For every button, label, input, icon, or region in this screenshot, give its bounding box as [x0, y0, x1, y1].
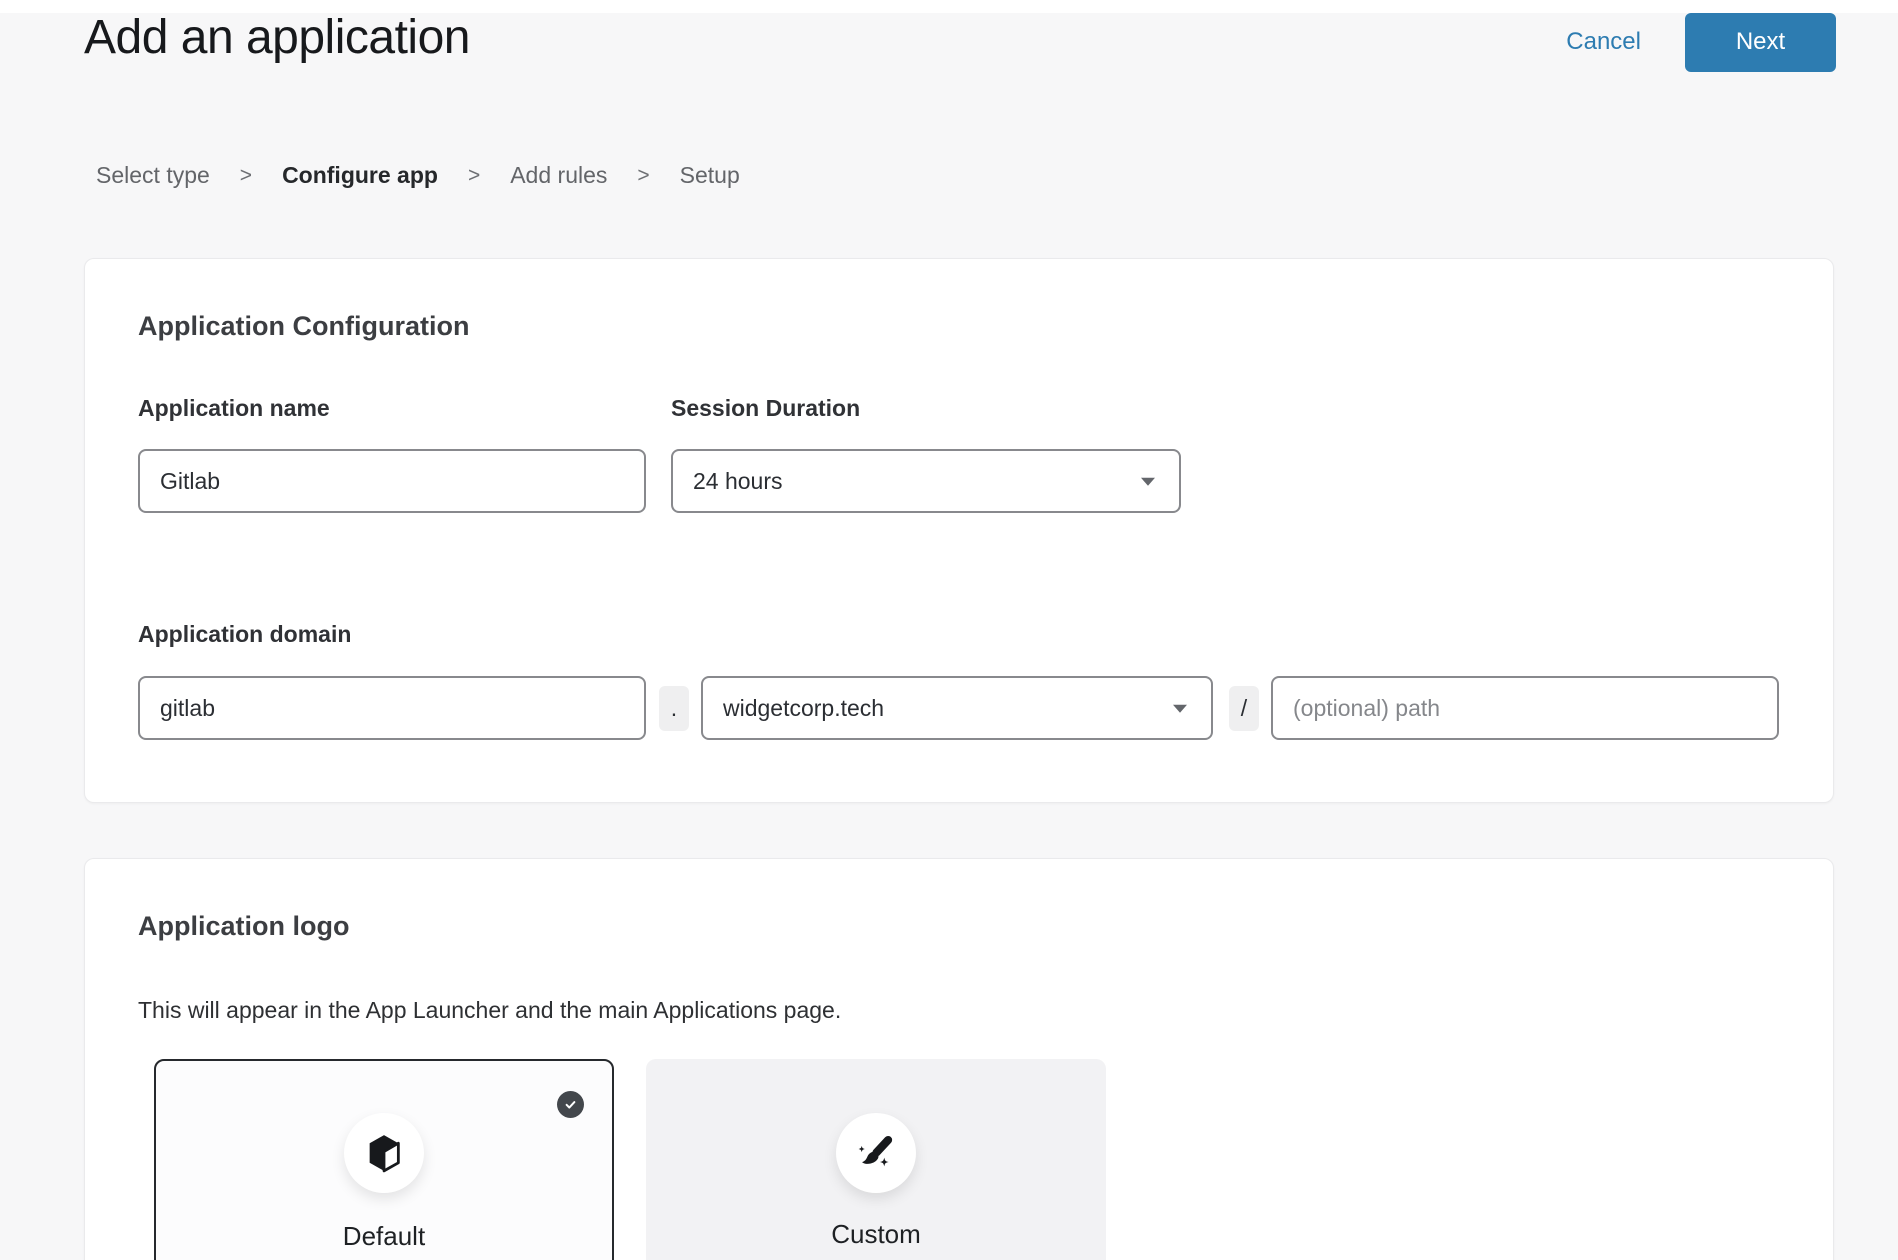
domain-select[interactable]: widgetcorp.tech [701, 676, 1213, 740]
logo-option-custom[interactable]: Custom [646, 1059, 1106, 1260]
cancel-button[interactable]: Cancel [1566, 28, 1641, 56]
chevron-down-icon [1172, 704, 1188, 714]
application-logo-card: Application logo This will appear in the… [84, 858, 1834, 1260]
breadcrumb: Select type > Configure app > Add rules … [96, 162, 740, 189]
domain-value: widgetcorp.tech [723, 695, 884, 722]
breadcrumb-step-configure-app[interactable]: Configure app [282, 162, 438, 189]
breadcrumb-separator: > [637, 164, 649, 188]
check-icon [557, 1091, 584, 1118]
session-duration-label: Session Duration [671, 395, 860, 422]
path-input[interactable] [1271, 676, 1779, 740]
application-name-label: Application name [138, 395, 330, 422]
session-duration-select[interactable]: 24 hours [671, 449, 1181, 513]
application-name-input[interactable] [138, 449, 646, 513]
subdomain-input[interactable] [138, 676, 646, 740]
breadcrumb-step-select-type[interactable]: Select type [96, 162, 210, 189]
chevron-down-icon [1140, 477, 1156, 487]
breadcrumb-separator: > [468, 164, 480, 188]
add-application-page: Add an application Cancel Next Select ty… [0, 0, 1898, 1260]
application-domain-label: Application domain [138, 621, 351, 648]
header-actions: Cancel Next [1566, 0, 1836, 84]
breadcrumb-step-add-rules[interactable]: Add rules [510, 162, 607, 189]
dot-separator: . [659, 686, 689, 731]
next-button[interactable]: Next [1685, 13, 1836, 72]
paintbrush-icon [836, 1113, 916, 1193]
breadcrumb-step-setup[interactable]: Setup [680, 162, 740, 189]
session-duration-value: 24 hours [693, 468, 783, 495]
logo-card-title: Application logo [138, 911, 349, 942]
config-card-title: Application Configuration [138, 311, 469, 342]
logo-option-label: Custom [646, 1219, 1106, 1250]
application-configuration-card: Application Configuration Application na… [84, 258, 1834, 803]
logo-option-label: Default [156, 1221, 612, 1252]
page-title: Add an application [84, 10, 470, 65]
logo-card-description: This will appear in the App Launcher and… [138, 997, 841, 1024]
logo-option-default[interactable]: Default [154, 1059, 614, 1260]
breadcrumb-separator: > [240, 164, 252, 188]
slash-separator: / [1229, 686, 1259, 731]
cube-icon [344, 1113, 424, 1193]
